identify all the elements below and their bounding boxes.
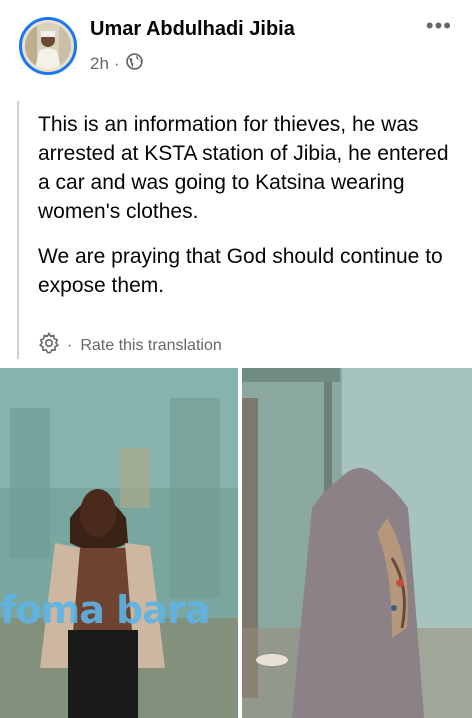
photo-grid: foma bara [0, 368, 472, 718]
globe-icon [125, 53, 143, 75]
avatar-image [25, 23, 71, 69]
translation-separator: · [67, 336, 73, 354]
photo-left[interactable]: foma bara [0, 368, 238, 718]
rate-translation-link[interactable]: Rate this translation [80, 337, 221, 355]
translation-bar [17, 101, 19, 359]
post-text: This is an information for thieves, he w… [38, 110, 458, 316]
translation-row: · Rate this translation [37, 331, 222, 360]
gear-icon[interactable] [37, 331, 61, 360]
photo-watermark: foma bara [0, 588, 210, 632]
post-header: Umar Abdulhadi Jibia 2h · ••• [0, 0, 472, 86]
more-options-icon[interactable]: ••• [426, 15, 452, 37]
post-time[interactable]: 2h [90, 54, 109, 74]
post-paragraph: We are praying that God should continue … [38, 245, 443, 297]
post-meta: 2h · [90, 53, 143, 75]
meta-separator: · [113, 54, 120, 73]
avatar[interactable] [19, 17, 77, 75]
photo-right[interactable] [242, 368, 472, 718]
post-paragraph: This is an information for thieves, he w… [38, 113, 449, 223]
author-name[interactable]: Umar Abdulhadi Jibia [90, 18, 295, 41]
